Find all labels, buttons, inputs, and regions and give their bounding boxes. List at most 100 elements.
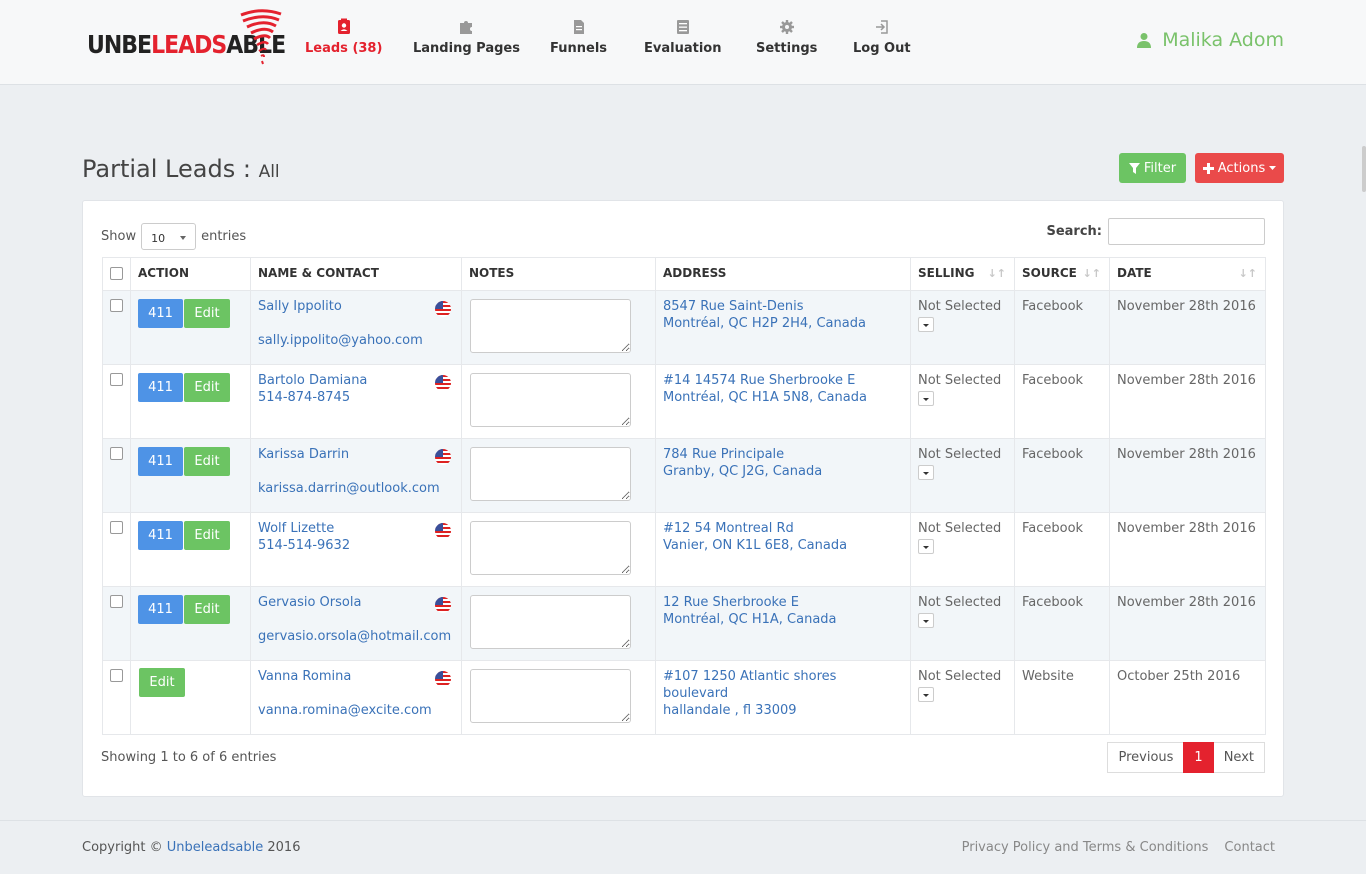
notes-textarea[interactable] [470,299,631,353]
notes-textarea[interactable] [470,669,631,723]
selling-dropdown-toggle[interactable] [918,613,934,628]
column-header-name: NAME & CONTACT [250,257,462,291]
notes-cell [461,290,656,365]
company-link[interactable]: Unbeleadsable [167,840,263,855]
lookup-411-button[interactable]: 411 [138,373,183,402]
address-line-2[interactable]: Montréal, QC H1A, Canada [663,611,903,628]
lead-phone[interactable]: 514-874-8745 [258,389,454,406]
nav-evaluation[interactable]: Evaluation [644,18,721,56]
next-button[interactable]: Next [1213,742,1265,773]
selling-status: Not Selected [918,521,1002,536]
page-title-text: Partial Leads : [82,155,251,183]
column-header-action: ACTION [130,257,251,291]
search-input[interactable] [1108,218,1265,245]
edit-button[interactable]: Edit [184,595,230,624]
notes-textarea[interactable] [470,595,631,649]
page-length-control: Show 10 entries [101,223,246,250]
nav-logout[interactable]: Log Out [853,18,911,56]
address-cell: #12 54 Montreal Rd Vanier, ON K1L 6E8, Ca… [655,512,911,587]
selling-status: Not Selected [918,373,1002,388]
row-checkbox[interactable] [110,447,123,460]
address-cell: 8547 Rue Saint-Denis Montréal, QC H2P 2H4… [655,290,911,365]
address-line-2[interactable]: Montréal, QC H2P 2H4, Canada [663,315,903,332]
row-checkbox[interactable] [110,669,123,682]
nav-leads[interactable]: Leads (38) [305,18,382,56]
caret-down-icon [1269,166,1277,170]
row-select-cell [102,438,131,513]
footer: Copyright © Unbeleadsable 2016 Privacy P… [0,820,1366,874]
lookup-411-button[interactable]: 411 [138,595,183,624]
row-checkbox[interactable] [110,521,123,534]
lead-phone[interactable]: 514-514-9632 [258,537,454,554]
puzzle-icon [460,21,473,34]
address-line-2[interactable]: hallandale , fl 33009 [663,702,903,719]
contact-link[interactable]: Contact [1224,840,1275,855]
edit-button[interactable]: Edit [184,373,230,402]
lead-name[interactable]: Karissa Darrin [258,446,454,463]
nav-landing-pages[interactable]: Landing Pages [413,18,520,56]
address-line-1[interactable]: 784 Rue Principale [663,446,903,463]
lead-name[interactable]: Bartolo Damiana [258,372,454,389]
selling-cell: Not Selected [910,660,1015,735]
edit-button[interactable]: Edit [139,668,185,697]
leads-table: ACTION NAME & CONTACT NOTES ADDRESS SELL… [102,257,1266,735]
notes-textarea[interactable] [470,447,631,501]
address-line-1[interactable]: 8547 Rue Saint-Denis [663,298,903,315]
selling-cell: Not Selected [910,438,1015,513]
address-line-1[interactable]: #107 1250 Atlantic shores boulevard [663,668,903,702]
lead-source: Facebook [1022,447,1084,462]
notes-textarea[interactable] [470,521,631,575]
column-header-date[interactable]: DATE ↓↑ [1109,257,1266,291]
address-line-2[interactable]: Granby, QC J2G, Canada [663,463,903,480]
nav-funnels[interactable]: Funnels [550,18,607,56]
lead-name[interactable]: Wolf Lizette [258,520,454,537]
selling-dropdown-toggle[interactable] [918,539,934,554]
address-line-1[interactable]: 12 Rue Sherbrooke E [663,594,903,611]
previous-button[interactable]: Previous [1107,742,1184,773]
address-line-1[interactable]: #14 14574 Rue Sherbrooke E [663,372,903,389]
address-line-1[interactable]: #12 54 Montreal Rd [663,520,903,537]
lookup-411-button[interactable]: 411 [138,299,183,328]
lead-email[interactable]: karissa.darrin@outlook.com [258,480,454,497]
lookup-411-button[interactable]: 411 [138,521,183,550]
nav-logout-label: Log Out [853,41,911,56]
notes-textarea[interactable] [470,373,631,427]
selling-dropdown-toggle[interactable] [918,465,934,480]
lead-name[interactable]: Sally Ippolito [258,298,454,315]
tornado-icon [240,9,282,65]
lead-name[interactable]: Gervasio Orsola [258,594,454,611]
edit-button[interactable]: Edit [184,447,230,476]
edit-button[interactable]: Edit [184,521,230,550]
address-line-2[interactable]: Vanier, ON K1L 6E8, Canada [663,537,903,554]
date-cell: November 28th 2016 [1109,586,1266,661]
table-info: Showing 1 to 6 of 6 entries [101,750,277,765]
row-checkbox[interactable] [110,595,123,608]
user-menu[interactable]: Malika Adom [1136,29,1284,51]
row-checkbox[interactable] [110,299,123,312]
lead-source: Facebook [1022,299,1084,314]
select-all-checkbox[interactable] [110,267,123,280]
lookup-411-button[interactable]: 411 [138,447,183,476]
scrollbar-thumb[interactable] [1362,146,1366,192]
brand-logo[interactable]: UNBELEADSABLE [87,9,287,65]
lead-email[interactable]: sally.ippolito@yahoo.com [258,332,454,349]
table-header-row: ACTION NAME & CONTACT NOTES ADDRESS SELL… [102,257,1266,291]
edit-button[interactable]: Edit [184,299,230,328]
privacy-link[interactable]: Privacy Policy and Terms & Conditions [962,840,1209,855]
address-line-2[interactable]: Montréal, QC H1A 5N8, Canada [663,389,903,406]
column-header-selling[interactable]: SELLING ↓↑ [910,257,1015,291]
row-checkbox[interactable] [110,373,123,386]
entries-select[interactable]: 10 [141,223,197,250]
us-flag-icon [435,375,451,391]
selling-dropdown-toggle[interactable] [918,317,934,332]
column-header-source[interactable]: SOURCE ↓↑ [1014,257,1110,291]
selling-dropdown-toggle[interactable] [918,687,934,702]
lead-name[interactable]: Vanna Romina [258,668,454,685]
lead-email[interactable]: gervasio.orsola@hotmail.com [258,628,454,645]
filter-button[interactable]: Filter [1119,153,1186,183]
selling-dropdown-toggle[interactable] [918,391,934,406]
lead-email[interactable]: vanna.romina@excite.com [258,702,454,719]
actions-button[interactable]: Actions [1195,153,1284,183]
page-1-button[interactable]: 1 [1183,742,1214,773]
nav-settings[interactable]: Settings [756,18,817,56]
